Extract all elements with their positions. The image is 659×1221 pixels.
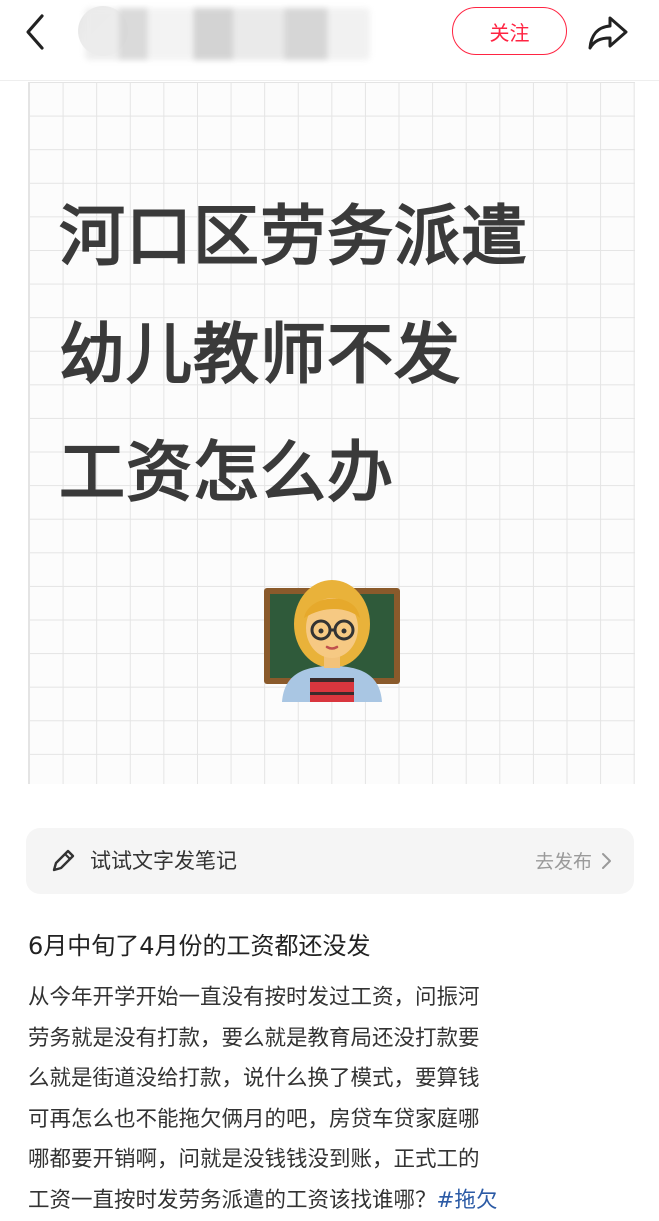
share-button[interactable] [586,12,630,52]
follow-button[interactable]: 关注 [452,7,567,55]
post-body-line-last: 工资一直按时发劳务派遣的工资该找谁哪？#拖欠 [28,1181,632,1221]
hashtag-link[interactable]: #拖欠 [437,1188,498,1213]
teacher-emoji-icon [264,574,400,702]
cover-title-line: 工资怎么办 [59,414,619,532]
post-body-line: 可再怎么也不能拖欠俩月的吧，房贷车贷家庭哪 [28,1100,632,1141]
chevron-left-icon [18,12,58,52]
post-body-text: 工资一直按时发劳务派遣的工资该找谁哪？ [28,1188,437,1213]
cover-title-line: 幼儿教师不发 [59,296,619,414]
post-body-line: 哪都要开销啊，问就是没钱钱没到账，正式工的 [28,1140,632,1181]
cover-title: 河口区劳务派遣 幼儿教师不发 工资怎么办 [59,178,619,532]
top-bar: 关注 [0,0,659,81]
post-body-line: 从今年开学开始一直没有按时发过工资，问振河 [28,978,632,1019]
post-body: 从今年开学开始一直没有按时发过工资，问振河 劳务就是没有打款，要么就是教育局还没… [28,978,632,1221]
post-title: 6月中旬了4月份的工资都还没发 [28,926,371,961]
post-body-line: 劳务就是没有打款，要么就是教育局还没打款要 [28,1019,632,1060]
note-cover-image[interactable]: 河口区劳务派遣 幼儿教师不发 工资怎么办 [28,82,635,784]
publish-label: 去发布 [535,847,592,874]
back-button[interactable] [18,12,58,52]
publish-link[interactable]: 去发布 [535,847,612,874]
author-name-blurred[interactable] [85,8,370,60]
compose-text-note-bar[interactable]: 试试文字发笔记 去发布 [26,828,634,894]
share-icon [586,12,630,52]
compose-prompt: 试试文字发笔记 [90,845,237,875]
cover-title-line: 河口区劳务派遣 [59,178,619,296]
pencil-icon [50,848,76,874]
chevron-right-icon [600,852,612,870]
post-body-line: 么就是街道没给打款，说什么换了模式，要算钱 [28,1059,632,1100]
